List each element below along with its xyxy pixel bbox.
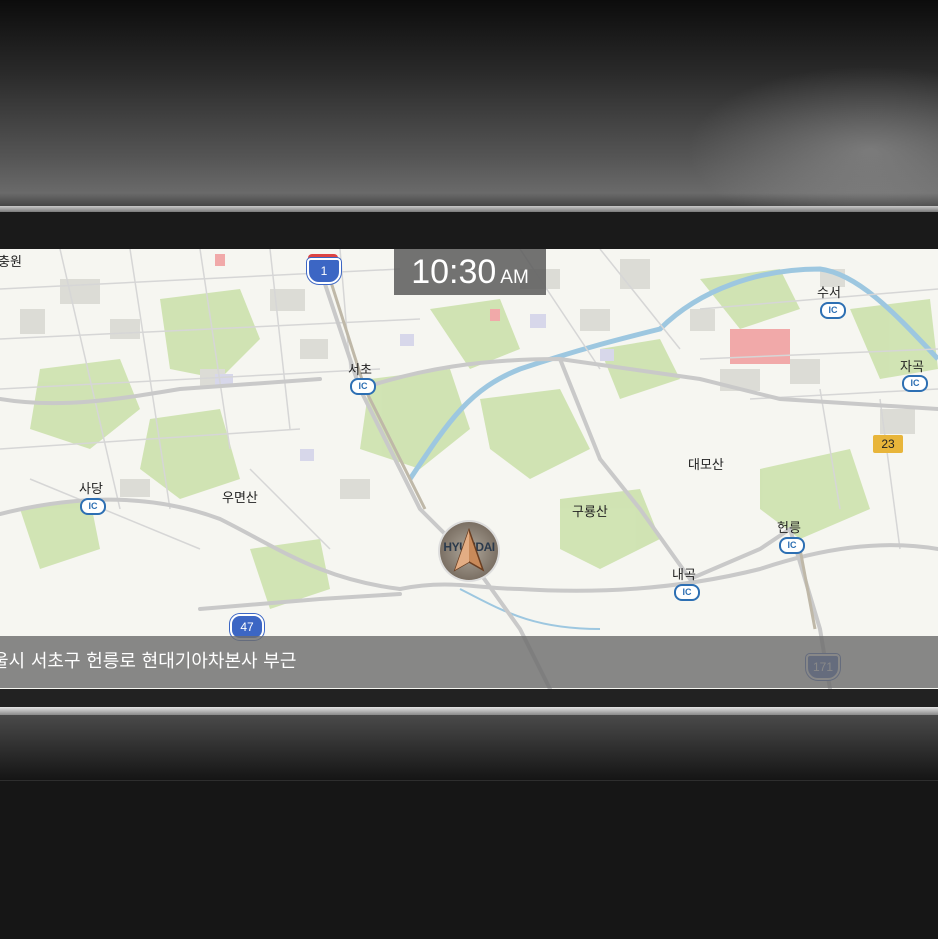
navigation-screen: 10:30AM 1 47 23 171 충원 서초 IC 사당 IC 우면산 구… [0, 249, 938, 689]
place-label-guryongsan: 구룡산 [572, 505, 608, 520]
place-label-heolleung: 헌릉 [777, 521, 801, 536]
interchange-icon-naegok: IC [674, 584, 700, 601]
route-1-shield: 1 [307, 258, 341, 284]
current-address: 울시 서초구 헌릉로 현대기아차본사 부근 [0, 651, 297, 672]
screen-frame-bottom [0, 689, 938, 707]
current-address-bar: 울시 서초구 헌릉로 현대기아차본사 부근 [0, 636, 938, 688]
place-label-suseo: 수서 [817, 286, 841, 301]
interchange-icon-suseo: IC [820, 302, 846, 319]
place-label-daemosan: 대모산 [688, 458, 724, 473]
place-label-jagok: 자곡 [900, 360, 924, 375]
chrome-trim-bottom [0, 707, 938, 715]
place-label-umyeonsan: 우면산 [222, 491, 258, 506]
place-label-chungwon: 충원 [0, 255, 22, 270]
place-label-sadang: 사당 [79, 482, 103, 497]
navigation-arrow-icon [453, 528, 485, 572]
interchange-icon-sadang: IC [80, 498, 106, 515]
interchange-icon-jagok: IC [902, 375, 928, 392]
map-canvas[interactable] [0, 249, 938, 689]
vehicle-position-marker: HYUNDAI [440, 522, 498, 580]
clock-ampm: AM [500, 267, 529, 288]
interchange-icon-seocho: IC [350, 378, 376, 395]
dashboard-top-bezel [0, 0, 938, 210]
interchange-icon-heolleung: IC [779, 537, 805, 554]
clock-time: 10:30 [411, 253, 497, 291]
place-label-naegok: 내곡 [672, 568, 696, 583]
dashboard-lower-panel [0, 780, 938, 939]
clock-display: 10:30 AM [394, 249, 546, 295]
dashboard-bottom-bezel [0, 715, 938, 780]
route-23-badge: 23 [873, 435, 903, 453]
place-label-seocho: 서초 [348, 363, 372, 378]
screen-frame-top [0, 212, 938, 250]
